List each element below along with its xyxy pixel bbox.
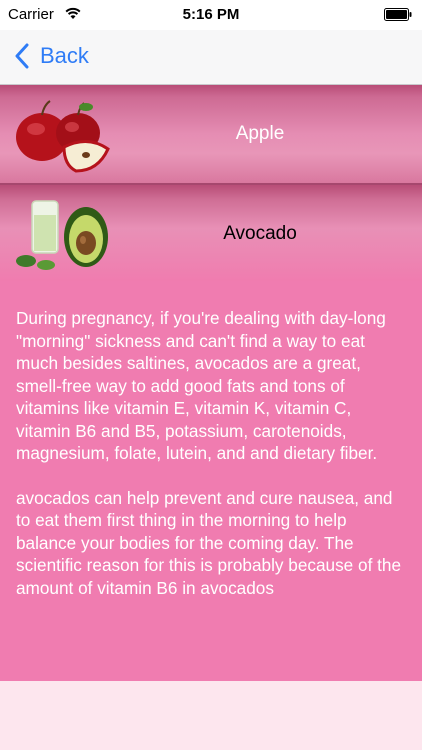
chevron-left-icon — [15, 43, 29, 69]
row-title-apple: Apple — [235, 123, 285, 144]
list-item-apple[interactable]: Apple — [0, 85, 422, 185]
avocado-description: During pregnancy, if you're dealing with… — [0, 281, 422, 681]
apple-icon — [16, 100, 110, 173]
back-button[interactable]: Back — [14, 40, 89, 72]
description-paragraph: During pregnancy, if you're dealing with… — [16, 308, 386, 463]
avocado-icon — [16, 200, 108, 270]
status-time: 5:16 PM — [182, 6, 240, 23]
status-bar: Carrier 5:16 PM — [0, 0, 422, 30]
battery-icon — [384, 8, 412, 21]
back-label: Back — [40, 43, 89, 68]
navigation-bar: Back — [0, 30, 422, 85]
row-title-avocado: Avocado — [223, 223, 297, 244]
description-paragraph: avocados can help prevent and cure nause… — [16, 487, 402, 598]
list-item-avocado[interactable]: Avocado — [0, 185, 422, 281]
